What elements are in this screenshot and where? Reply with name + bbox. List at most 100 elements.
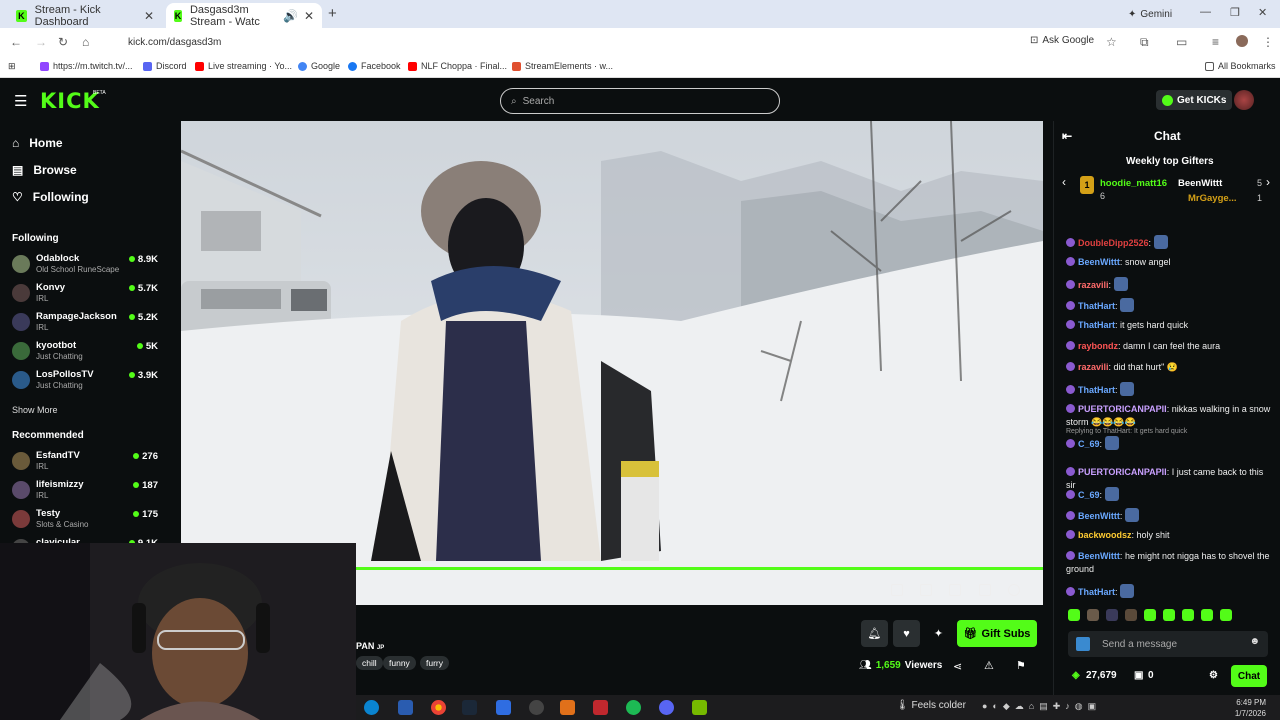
emoji-picker-icon[interactable]: ☻ (1249, 636, 1260, 647)
emote-icon[interactable] (1068, 609, 1080, 621)
edge-icon[interactable] (364, 700, 379, 715)
app-icon[interactable] (560, 700, 575, 715)
sidebar-channel[interactable]: LosPollosTV Just Chatting 3.9K (12, 369, 162, 395)
gifts-count[interactable]: 0 (1148, 670, 1154, 681)
emote-icon[interactable] (1182, 609, 1194, 621)
extensions-icon[interactable]: ⧉ (1140, 35, 1149, 50)
media-icon[interactable]: ≡ (1212, 35, 1219, 49)
chat-username[interactable]: razavili (1078, 362, 1109, 372)
gifter-3-name[interactable]: MrGayge... (1188, 193, 1237, 204)
emote-icon[interactable] (1201, 609, 1213, 621)
hamburger-menu-icon[interactable]: ☰ (14, 92, 27, 110)
weather-widget[interactable]: 🌡︎ Feels colder (896, 700, 966, 711)
emote-icon[interactable] (1144, 609, 1156, 621)
bookmark-google[interactable]: Google (298, 61, 340, 71)
send-message-input[interactable]: Send a message ☻ (1068, 631, 1268, 657)
chat-username[interactable]: C_69 (1078, 439, 1100, 449)
chat-send-button[interactable]: Chat (1231, 665, 1267, 687)
outlook-icon[interactable] (398, 700, 413, 715)
discord-icon[interactable] (659, 700, 674, 715)
sidebar-channel[interactable]: kyootbot Just Chatting 5K (12, 340, 162, 366)
sidebar-channel[interactable]: Konvy IRL 5.7K (12, 282, 162, 308)
collapse-chat-icon[interactable]: ⇤ (1062, 129, 1072, 143)
tag-chill[interactable]: chill (356, 656, 383, 670)
chat-username[interactable]: ThatHart (1078, 385, 1115, 395)
video-player[interactable] (181, 121, 1043, 605)
share-icon[interactable]: ⋖ (953, 660, 962, 673)
show-more-link[interactable]: Show More (12, 405, 58, 415)
nav-browse[interactable]: ▤ Browse (12, 163, 77, 177)
chat-username[interactable]: raybondz (1078, 341, 1118, 351)
emote-icon[interactable] (1220, 609, 1232, 621)
next-arrow-icon[interactable]: › (1266, 175, 1270, 189)
obs-icon[interactable] (529, 700, 544, 715)
chat-username[interactable]: BeenWittt (1078, 257, 1120, 267)
maximize-button[interactable]: ❐ (1230, 6, 1240, 19)
emote-icon[interactable] (1125, 609, 1137, 621)
get-kicks-button[interactable]: Get KICKs (1156, 90, 1233, 110)
kicks-balance[interactable]: 27,679 (1086, 670, 1117, 681)
nvidia-icon[interactable] (692, 700, 707, 715)
emote-icon[interactable] (1163, 609, 1175, 621)
ask-google-button[interactable]: ⊡ Ask Google (1030, 35, 1094, 46)
clip-icon[interactable] (920, 584, 932, 596)
bookmark-discord[interactable]: Discord (143, 61, 187, 71)
close-window-button[interactable]: ✕ (1258, 6, 1267, 19)
chat-username[interactable]: ThatHart (1078, 587, 1115, 597)
bookmark-star-icon[interactable]: ☆ (1106, 35, 1117, 49)
pip-icon[interactable] (891, 584, 903, 596)
chrome-icon[interactable] (431, 700, 446, 715)
sidebar-channel[interactable]: lifeismizzy IRL 187 (12, 479, 162, 505)
gifter-2-name[interactable]: BeenWittt (1178, 178, 1222, 189)
tab-kick-dashboard[interactable]: K Stream - Kick Dashboard ✕ (8, 3, 162, 28)
close-tab-icon[interactable]: ✕ (144, 9, 154, 23)
bookmark-facebook[interactable]: Facebook (348, 61, 401, 71)
sidebar-channel[interactable]: EsfandTV IRL 276 (12, 450, 162, 476)
moderation-icon[interactable]: ⚑ (1016, 659, 1026, 672)
url-bar[interactable]: kick.com/dasgasd3m (110, 32, 1035, 52)
spotify-icon[interactable] (626, 700, 641, 715)
emote-icon[interactable] (1106, 609, 1118, 621)
gifter-1-name[interactable]: hoodie_matt16 (1100, 178, 1167, 189)
fullscreen-icon[interactable] (979, 584, 991, 596)
sidebar-channel[interactable]: RampageJackson IRL 5.2K (12, 311, 162, 337)
chat-username[interactable]: ThatHart (1078, 301, 1115, 311)
chat-username[interactable]: C_69 (1078, 490, 1100, 500)
sidebar-icon[interactable]: ▭ (1176, 35, 1187, 49)
search-input[interactable]: ⌕ Search (500, 88, 780, 114)
sidebar-channel[interactable]: Odablock Old School RuneScape 8.9K (12, 253, 162, 279)
tab-dasgasd3m-stream[interactable]: K Dasgasd3m Stream - Watc 🔊 ✕ (166, 3, 322, 28)
chat-username[interactable]: razavili (1078, 280, 1109, 290)
audio-icon[interactable]: 🔊 (283, 9, 298, 23)
system-tray-icons[interactable]: ●◐◆☁⌂▤✚♪◍▣ (982, 701, 1101, 712)
prev-arrow-icon[interactable]: ‹ (1062, 175, 1066, 189)
profile-avatar[interactable] (1236, 35, 1248, 47)
reload-button[interactable]: ↻ (58, 35, 68, 49)
back-button[interactable]: ← (10, 35, 22, 49)
app-icon[interactable] (593, 700, 608, 715)
steam-icon[interactable] (462, 700, 477, 715)
bookmark-twitch[interactable]: https://m.twitch.tv/... (40, 61, 133, 71)
kick-logo[interactable]: KICK (40, 89, 100, 113)
bookmark-youtube[interactable]: Live streaming · Yo... (195, 61, 292, 71)
bookmark-streamelements[interactable]: StreamElements · w... (512, 61, 613, 71)
clock[interactable]: 6:49 PM 1/7/2026 (1235, 697, 1266, 719)
gemini-button[interactable]: ✦ Gemini (1122, 6, 1178, 22)
emote-icon[interactable] (1087, 609, 1099, 621)
chat-username[interactable]: PUERTORICANPAPII (1078, 404, 1167, 414)
notification-bell-button[interactable]: 🔔︎ (861, 620, 888, 647)
user-avatar[interactable] (1234, 90, 1254, 110)
apps-icon[interactable]: ⊞ (8, 61, 16, 72)
nav-following[interactable]: ♡ Following (12, 190, 89, 204)
chat-username[interactable]: ThatHart (1078, 320, 1115, 330)
home-button[interactable]: ⌂ (82, 35, 89, 49)
chat-username[interactable]: PUERTORICANPAPII (1078, 467, 1167, 477)
chat-username[interactable]: DoubleDipp2526 (1078, 238, 1149, 248)
menu-icon[interactable]: ⋮ (1262, 35, 1274, 49)
chat-username[interactable]: BeenWittt (1078, 551, 1120, 561)
nav-home[interactable]: ⌂ Home (12, 136, 63, 150)
chat-username[interactable]: BeenWittt (1078, 511, 1120, 521)
tag-furry[interactable]: furry (420, 656, 449, 670)
forward-button[interactable]: → (35, 35, 47, 49)
new-tab-button[interactable]: + (328, 5, 337, 22)
